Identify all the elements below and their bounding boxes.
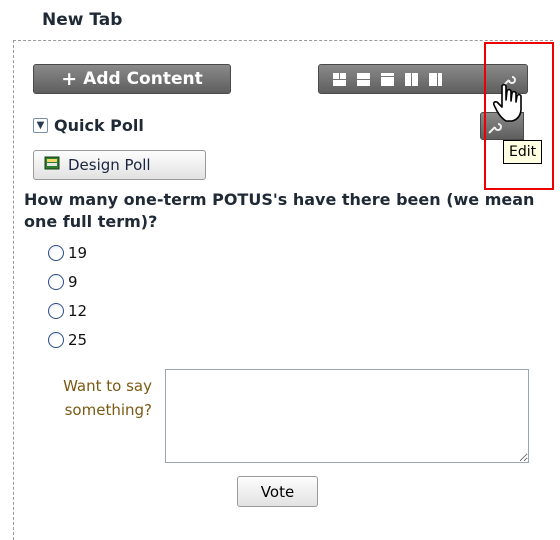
poll-option[interactable]: 12: [48, 300, 87, 322]
option-label: 25: [68, 331, 88, 349]
portlet-header: ▼ Quick Poll: [33, 116, 144, 135]
comment-label: Want to say something?: [63, 377, 152, 419]
hand-cursor-icon: [492, 82, 526, 128]
chevron-down-icon[interactable]: ▼: [33, 118, 48, 133]
option-label: 9: [68, 273, 78, 291]
content-panel: [13, 40, 553, 540]
portlet-title: Quick Poll: [54, 116, 144, 135]
plus-icon: +: [61, 67, 78, 90]
option-label: 19: [68, 244, 88, 262]
radio-button[interactable]: [48, 303, 64, 319]
poll-option[interactable]: 19: [48, 242, 87, 264]
radio-button[interactable]: [48, 274, 64, 290]
layout-1-icon[interactable]: [332, 72, 347, 87]
design-poll-button[interactable]: Design Poll: [33, 150, 206, 180]
radio-button[interactable]: [48, 332, 64, 348]
edit-tooltip: Edit: [503, 140, 543, 164]
tab-title: New Tab: [42, 10, 123, 30]
comment-textarea[interactable]: [165, 369, 529, 463]
add-content-button[interactable]: + Add Content: [33, 64, 231, 94]
option-label: 12: [68, 302, 88, 320]
poll-options: 19 9 12 25: [48, 242, 87, 358]
layout-2-icon[interactable]: [356, 72, 371, 87]
poll-question: How many one-term POTUS's have there bee…: [24, 190, 535, 231]
poll-option[interactable]: 25: [48, 329, 87, 351]
design-poll-label: Design Poll: [68, 156, 151, 174]
radio-button[interactable]: [48, 245, 64, 261]
layout-4-icon[interactable]: [404, 72, 419, 87]
layout-3-icon[interactable]: [380, 72, 395, 87]
poll-option[interactable]: 9: [48, 271, 87, 293]
add-content-label: Add Content: [83, 69, 203, 89]
vote-button[interactable]: Vote: [237, 476, 318, 507]
design-poll-icon: [44, 155, 62, 175]
layout-5-icon[interactable]: [428, 72, 443, 87]
